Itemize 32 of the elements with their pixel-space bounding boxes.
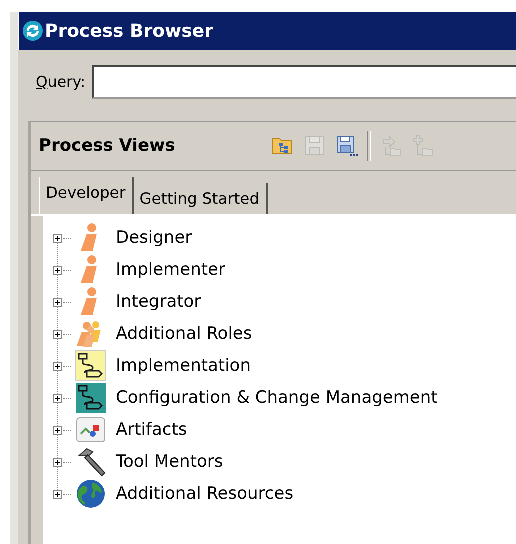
window-title: Process Browser — [45, 20, 214, 42]
expand-toggle[interactable] — [53, 298, 62, 306]
tree-item[interactable]: Configuration & Change Management — [116, 388, 438, 408]
refresh-icon — [22, 20, 44, 42]
tree-item[interactable]: Tool Mentors — [116, 452, 224, 472]
expand-toggle[interactable] — [53, 234, 62, 242]
workflow-icon — [75, 350, 107, 382]
globe-icon — [75, 478, 107, 510]
tree-item[interactable]: Artifacts — [116, 420, 188, 440]
expand-toggle[interactable] — [53, 426, 62, 434]
expand-toggle[interactable] — [53, 330, 62, 338]
expand-toggle[interactable] — [53, 458, 62, 466]
expand-toggle[interactable] — [53, 490, 62, 498]
save-as-icon — [336, 135, 358, 157]
query-field[interactable] — [92, 65, 516, 99]
tree-item[interactable]: Integrator — [116, 292, 202, 312]
workflow-icon — [75, 382, 107, 414]
query-label: Query: — [36, 73, 86, 91]
toolbar-button[interactable] — [335, 134, 359, 158]
add-node-icon — [412, 135, 434, 157]
panel-title: Process Views — [39, 136, 176, 156]
save-icon — [304, 135, 326, 157]
tree-item[interactable]: Implementation — [116, 356, 251, 376]
expand-toggle[interactable] — [53, 394, 62, 402]
expand-toggle[interactable] — [53, 362, 62, 370]
tree-item[interactable]: Additional Resources — [116, 484, 294, 504]
tree-item[interactable]: Additional Roles — [116, 324, 252, 344]
expand-toggle[interactable] — [53, 266, 62, 274]
tree-item[interactable]: Implementer — [116, 260, 226, 280]
tree-item[interactable]: Designer — [116, 228, 192, 248]
tab[interactable]: Developer — [39, 177, 134, 214]
hammer-icon — [75, 446, 107, 478]
